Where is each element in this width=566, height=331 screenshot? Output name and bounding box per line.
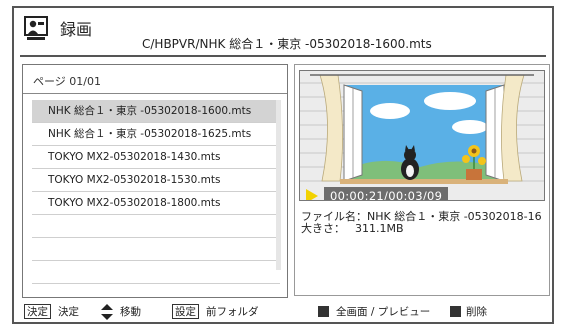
preview-panel: 00:00:21/00:03/09 ファイル名：NHK 総合１・東京 -0530… bbox=[294, 64, 550, 296]
video-preview[interactable]: 00:00:21/00:03/09 bbox=[299, 70, 545, 201]
list-item-empty bbox=[32, 215, 280, 238]
list-item[interactable]: TOKYO MX2-05302018-1800.mts bbox=[32, 192, 280, 215]
playback-time: 00:00:21/00:03/09 bbox=[324, 187, 449, 200]
file-size-info: 大きさ： 311.1MB bbox=[301, 223, 542, 235]
page-title: 録画 bbox=[60, 20, 93, 39]
prev-folder-label: 前フォルダ bbox=[206, 306, 259, 318]
list-item-empty bbox=[32, 261, 280, 284]
list-divider bbox=[23, 93, 287, 94]
list-item[interactable]: TOKYO MX2-05302018-1430.mts bbox=[32, 146, 280, 169]
file-list: NHK 総合１・東京 -05302018-1600.mts NHK 総合１・東京… bbox=[32, 100, 280, 284]
header: 録画 C/HBPVR/NHK 総合１・東京 -05302018-1600.mts bbox=[24, 14, 542, 51]
key-guide-footer: 決定 決定 移動 設定 前フォルダ 全画面 / プレビュー 削除 bbox=[24, 304, 542, 322]
move-label: 移動 bbox=[120, 306, 141, 318]
list-item[interactable]: NHK 総合１・東京 -05302018-1600.mts bbox=[32, 100, 280, 123]
up-down-arrows-icon bbox=[100, 304, 114, 323]
file-info: ファイル名：NHK 総合１・東京 -05302018-16 大きさ： 311.1M… bbox=[301, 211, 542, 235]
window-scene-image bbox=[300, 71, 544, 200]
file-size-label: 大きさ： bbox=[301, 222, 345, 235]
page-indicator: ページ 01/01 bbox=[33, 75, 101, 88]
file-size-value: 311.1MB bbox=[355, 222, 404, 235]
file-list-panel: ページ 01/01 NHK 総合１・東京 -05302018-1600.mts … bbox=[22, 64, 288, 298]
fullscreen-key-icon bbox=[318, 306, 329, 317]
play-marker-icon bbox=[306, 189, 318, 200]
fullscreen-preview-label: 全画面 / プレビュー bbox=[336, 306, 431, 318]
list-item-empty bbox=[32, 238, 280, 261]
ok-key-button[interactable]: 決定 bbox=[24, 304, 51, 319]
delete-key-icon bbox=[450, 306, 461, 317]
recording-screen: 録画 C/HBPVR/NHK 総合１・東京 -05302018-1600.mts… bbox=[12, 6, 554, 324]
list-item[interactable]: TOKYO MX2-05302018-1530.mts bbox=[32, 169, 280, 192]
settings-key-button[interactable]: 設定 bbox=[172, 304, 199, 319]
header-divider bbox=[20, 55, 546, 57]
scrollbar[interactable] bbox=[276, 100, 281, 270]
file-path: C/HBPVR/NHK 総合１・東京 -05302018-1600.mts bbox=[142, 37, 432, 51]
list-item[interactable]: NHK 総合１・東京 -05302018-1625.mts bbox=[32, 123, 280, 146]
delete-label: 削除 bbox=[466, 306, 487, 318]
ok-label: 決定 bbox=[58, 306, 79, 318]
record-camera-icon bbox=[24, 16, 50, 44]
